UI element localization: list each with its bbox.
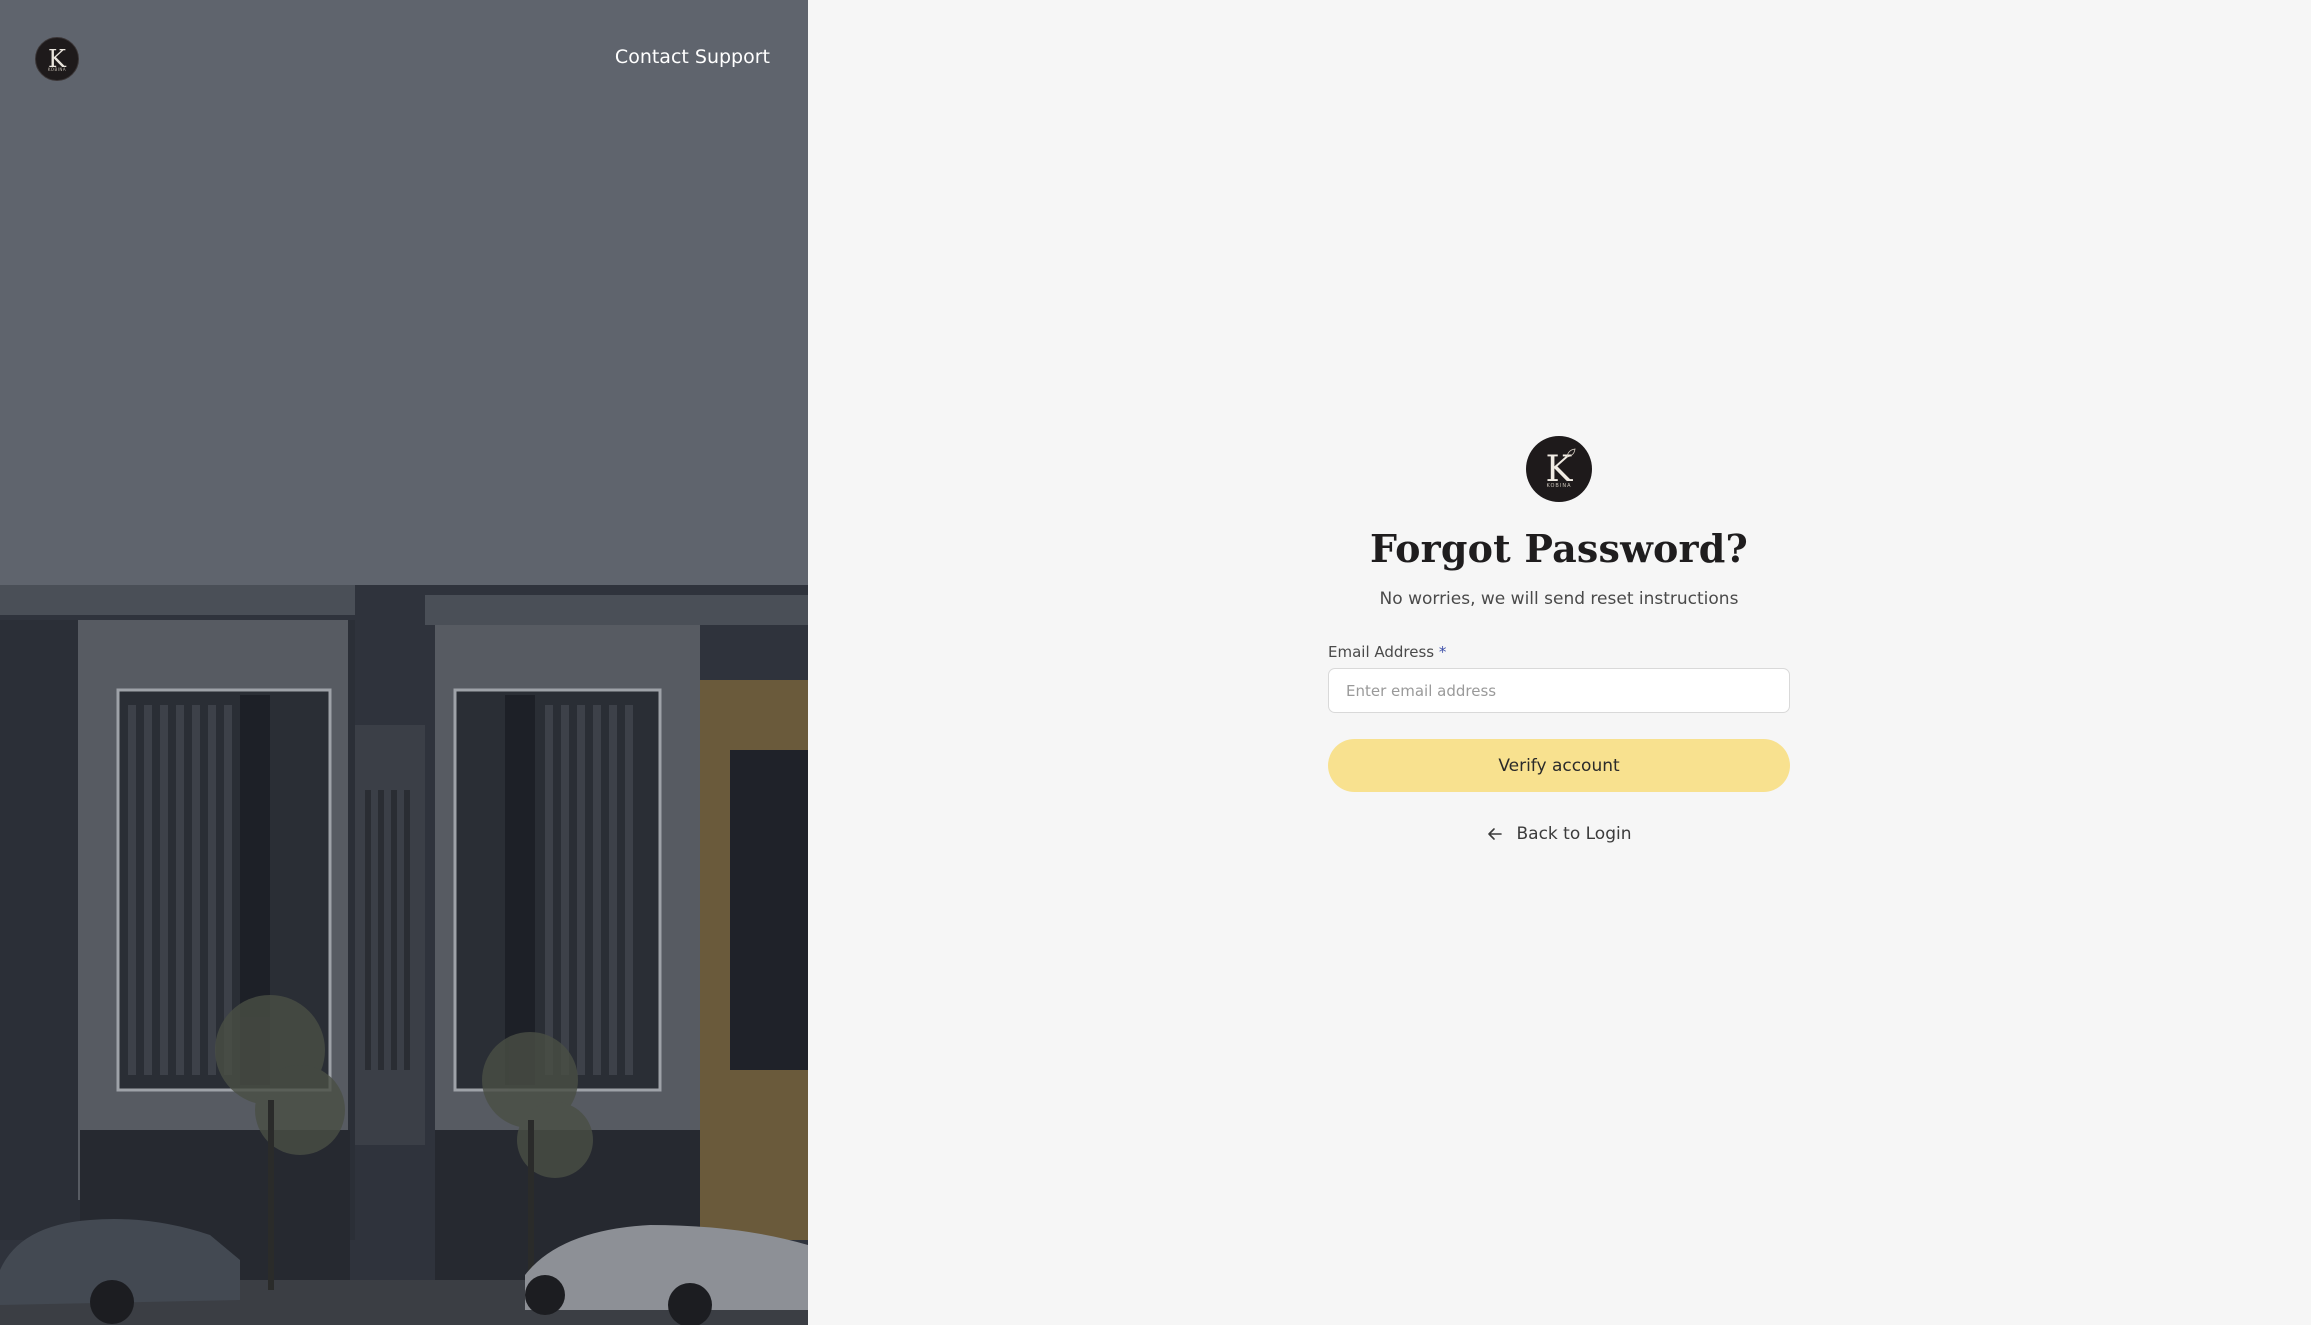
contact-support-link[interactable]: Contact Support xyxy=(615,46,770,68)
required-mark: * xyxy=(1438,643,1447,661)
email-label: Email Address * xyxy=(1328,643,1790,661)
arrow-left-icon xyxy=(1488,828,1503,840)
email-label-text: Email Address xyxy=(1328,643,1435,661)
email-field-group: Email Address * xyxy=(1328,643,1790,713)
back-to-login-link[interactable]: Back to Login xyxy=(1486,824,1632,844)
forgot-password-form: K KOBINA Forgot Password? No worries, we… xyxy=(1328,436,1790,844)
leaf-icon xyxy=(1566,448,1576,458)
page-subtitle: No worries, we will send reset instructi… xyxy=(1379,589,1739,609)
email-input[interactable] xyxy=(1328,668,1790,713)
form-panel: K KOBINA Forgot Password? No worries, we… xyxy=(808,0,2311,1325)
brand-logo-subtext: KOBINA xyxy=(1546,483,1572,489)
verify-account-button[interactable]: Verify account xyxy=(1328,739,1790,792)
page-title: Forgot Password? xyxy=(1369,526,1749,571)
back-to-login-label: Back to Login xyxy=(1516,824,1632,844)
hero-building-illustration xyxy=(0,0,808,1325)
hero-logo[interactable]: K KOBINA xyxy=(35,37,79,81)
brand-logo: K KOBINA xyxy=(1526,436,1592,502)
hero-logo-subtext: KOBINA xyxy=(47,67,67,72)
page: K KOBINA Contact Support K KOBINA Forgot… xyxy=(0,0,2311,1325)
hero-panel: K KOBINA Contact Support xyxy=(0,0,808,1325)
